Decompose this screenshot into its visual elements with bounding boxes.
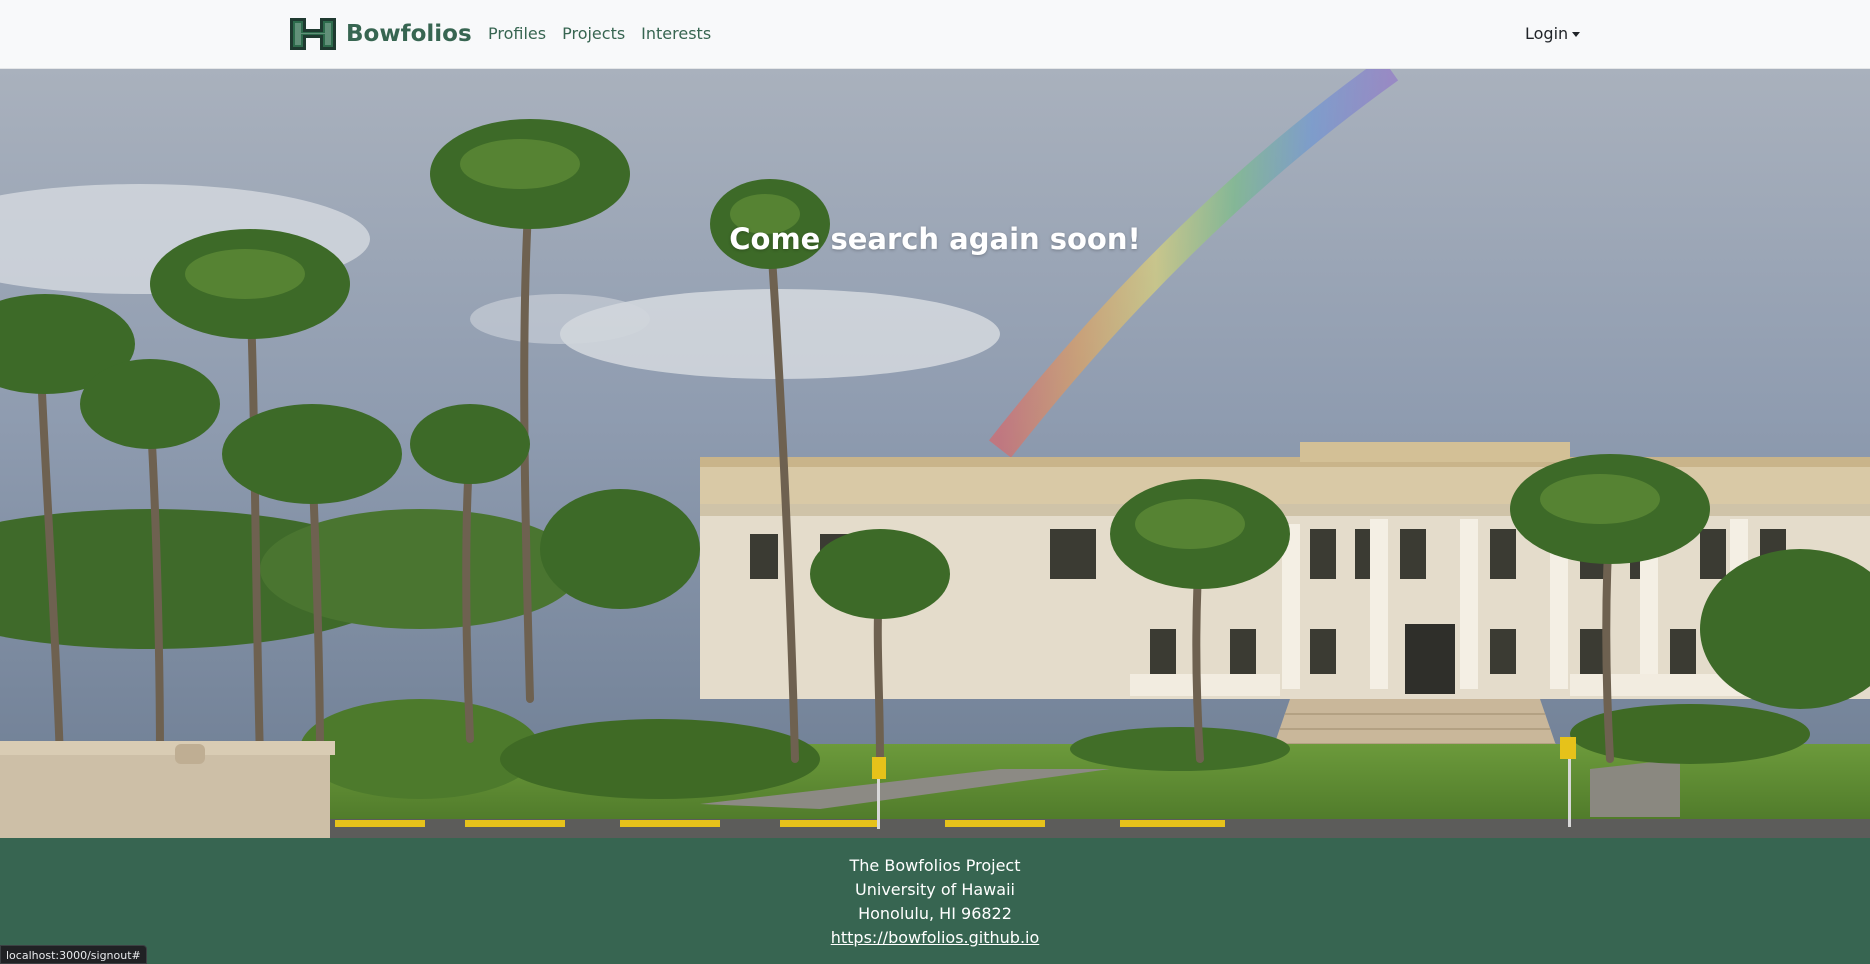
caret-down-icon [1572,31,1581,37]
login-dropdown[interactable]: Login [1525,22,1581,46]
footer-project-name: The Bowfolios Project [849,856,1021,875]
nav-links: Profiles Projects Interests [480,22,719,46]
navbar: Bowfolios Profiles Projects Interests Lo… [0,0,1870,69]
footer-address: Honolulu, HI 96822 [858,904,1012,923]
hero-section: Come search again soon! [0,69,1870,838]
footer-university: University of Hawaii [855,880,1015,899]
brand-name: Bowfolios [346,21,472,47]
nav-link-interests[interactable]: Interests [633,22,719,46]
footer-website-link[interactable]: https://bowfolios.github.io [831,928,1040,947]
brand-link[interactable]: Bowfolios [288,12,472,56]
letter-h-logo-icon [290,18,336,50]
nav-link-projects[interactable]: Projects [554,22,633,46]
status-url-tooltip: localhost:3000/signout# [0,945,147,964]
footer: The Bowfolios Project University of Hawa… [0,838,1870,964]
nav-link-profiles[interactable]: Profiles [480,22,554,46]
campus-background-image [0,69,1870,838]
hero-heading: Come search again soon! [729,222,1141,256]
login-label: Login [1525,24,1569,43]
